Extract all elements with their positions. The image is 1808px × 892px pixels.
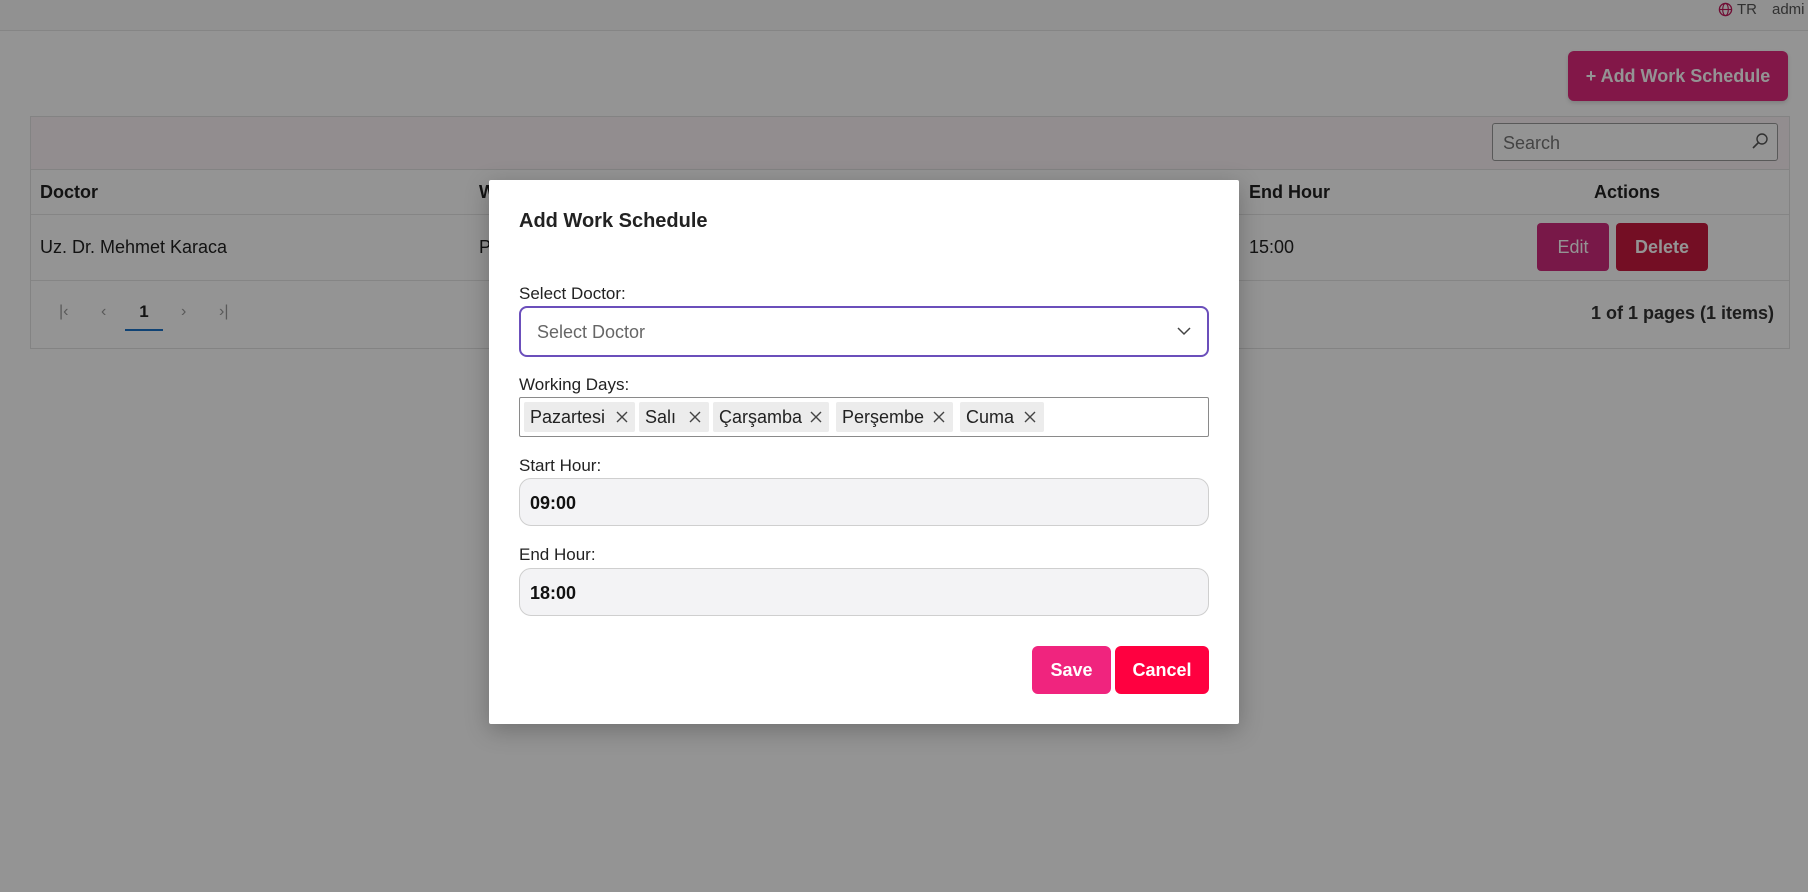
tag-cuma: Cuma (960, 402, 1044, 432)
add-work-schedule-dialog: Add Work Schedule Select Doctor: Select … (489, 180, 1239, 724)
select-doctor-label: Select Doctor: (519, 284, 626, 303)
tag-pazartesi: Pazartesi (524, 402, 635, 432)
tag-label: Perşembe (842, 407, 925, 427)
tag-carsamba: Çarşamba (713, 402, 829, 432)
end-hour-input[interactable]: 18:00 (519, 568, 1209, 616)
start-hour-value: 09:00 (530, 493, 577, 513)
cancel-button[interactable]: Cancel (1115, 646, 1209, 694)
close-icon[interactable] (615, 410, 629, 424)
chevron-down-icon[interactable] (1175, 322, 1193, 340)
tag-label: Salı (645, 407, 677, 427)
tag-label: Cuma (966, 407, 1015, 427)
close-icon[interactable] (688, 410, 702, 424)
close-icon[interactable] (1023, 410, 1037, 424)
start-hour-input[interactable]: 09:00 (519, 478, 1209, 526)
tag-label: Çarşamba (719, 407, 803, 427)
working-days-label: Working Days: (519, 375, 630, 394)
dialog-title: Add Work Schedule (519, 210, 708, 232)
save-button[interactable]: Save (1032, 646, 1111, 694)
tag-sali: Salı (639, 402, 709, 432)
tag-label: Pazartesi (530, 407, 606, 427)
doctor-select[interactable]: Select Doctor (519, 306, 1209, 357)
end-hour-value: 18:00 (530, 583, 577, 603)
end-hour-label: End Hour: (519, 545, 596, 564)
close-icon[interactable] (932, 410, 946, 424)
close-icon[interactable] (809, 410, 823, 424)
working-days-tagbox[interactable]: Pazartesi Salı Çarşamba Perşembe Cuma (519, 397, 1209, 437)
start-hour-label: Start Hour: (519, 456, 602, 475)
tag-persembe: Perşembe (836, 402, 953, 432)
doctor-select-placeholder: Select Doctor (537, 322, 646, 342)
